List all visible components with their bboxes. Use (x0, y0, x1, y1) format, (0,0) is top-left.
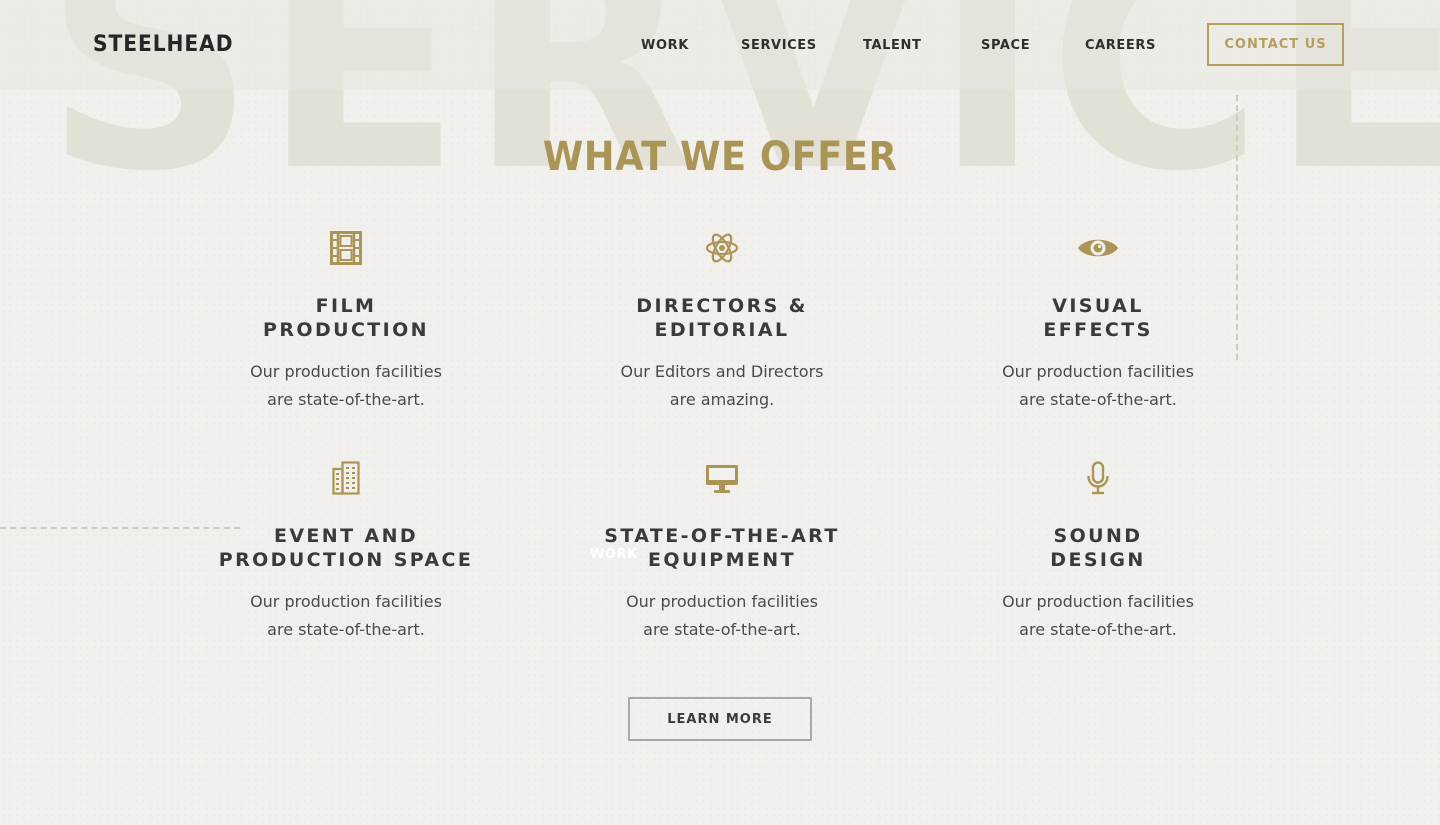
contact-us-button[interactable]: CONTACT US (1207, 23, 1344, 66)
service-title-line: EFFECTS (1043, 319, 1153, 341)
service-title-line: EVENT AND (273, 525, 419, 547)
service-description-line: are state-of-the-art. (267, 390, 425, 409)
service-title-line: SOUND (1053, 525, 1143, 547)
service-title: SOUND DESIGN (948, 524, 1248, 572)
service-title: EVENT AND PRODUCTION SPACE (196, 524, 496, 572)
service-description-line: Our production facilities (250, 362, 442, 381)
service-description: Our production facilities are state-of-t… (948, 588, 1248, 644)
desktop-icon (700, 460, 744, 496)
service-title-line: FILM (315, 295, 377, 317)
service-description-line: are state-of-the-art. (1019, 620, 1177, 639)
service-description: Our Editors and Directors are amazing. (572, 358, 872, 414)
service-description-line: Our production facilities (250, 592, 442, 611)
service-title: FILM PRODUCTION (196, 294, 496, 342)
steelhead-logo[interactable]: STEELHEAD (93, 32, 233, 57)
building-icon (324, 460, 368, 496)
service-title: VISUAL EFFECTS (948, 294, 1248, 342)
service-title-line: DIRECTORS & (636, 295, 808, 317)
section-heading: WHAT WE OFFER (542, 134, 898, 180)
overlay-work-label: WORK (590, 547, 638, 562)
page: SERVICES STEELHEAD WORK SERVICES TALENT … (0, 0, 1440, 825)
service-title-line: PRODUCTION (263, 319, 429, 341)
service-description-line: Our production facilities (626, 592, 818, 611)
service-description: Our production facilities are state-of-t… (572, 588, 872, 644)
service-description-line: are state-of-the-art. (1019, 390, 1177, 409)
nav-work[interactable]: WORK (641, 38, 689, 53)
nav-space[interactable]: SPACE (981, 38, 1030, 53)
service-title-line: STATE-OF-THE-ART (604, 525, 840, 547)
nav-services[interactable]: SERVICES (741, 38, 817, 53)
service-title-line: DESIGN (1050, 549, 1146, 571)
service-description: Our production facilities are state-of-t… (948, 358, 1248, 414)
nav-careers[interactable]: CAREERS (1085, 38, 1156, 53)
service-description: Our production facilities are state-of-t… (196, 358, 496, 414)
service-description-line: are state-of-the-art. (643, 620, 801, 639)
service-title-line: VISUAL (1052, 295, 1144, 317)
film-icon (324, 230, 368, 266)
nav-talent[interactable]: TALENT (863, 38, 921, 53)
atom-icon (700, 230, 744, 266)
service-description-line: Our production facilities (1002, 362, 1194, 381)
service-description-line: Our Editors and Directors (620, 362, 824, 381)
service-title: DIRECTORS & EDITORIAL (572, 294, 872, 342)
microphone-icon (1076, 460, 1120, 496)
service-description-line: are state-of-the-art. (267, 620, 425, 639)
service-title-line: EDITORIAL (654, 319, 790, 341)
site-header: STEELHEAD WORK SERVICES TALENT SPACE CAR… (0, 0, 1440, 90)
service-title-line: PRODUCTION SPACE (218, 549, 474, 571)
service-description-line: are amazing. (669, 390, 775, 409)
learn-more-button[interactable]: LEARN MORE (628, 697, 812, 741)
service-description-line: Our production facilities (1002, 592, 1194, 611)
eye-icon (1076, 230, 1120, 266)
service-description: Our production facilities are state-of-t… (196, 588, 496, 644)
